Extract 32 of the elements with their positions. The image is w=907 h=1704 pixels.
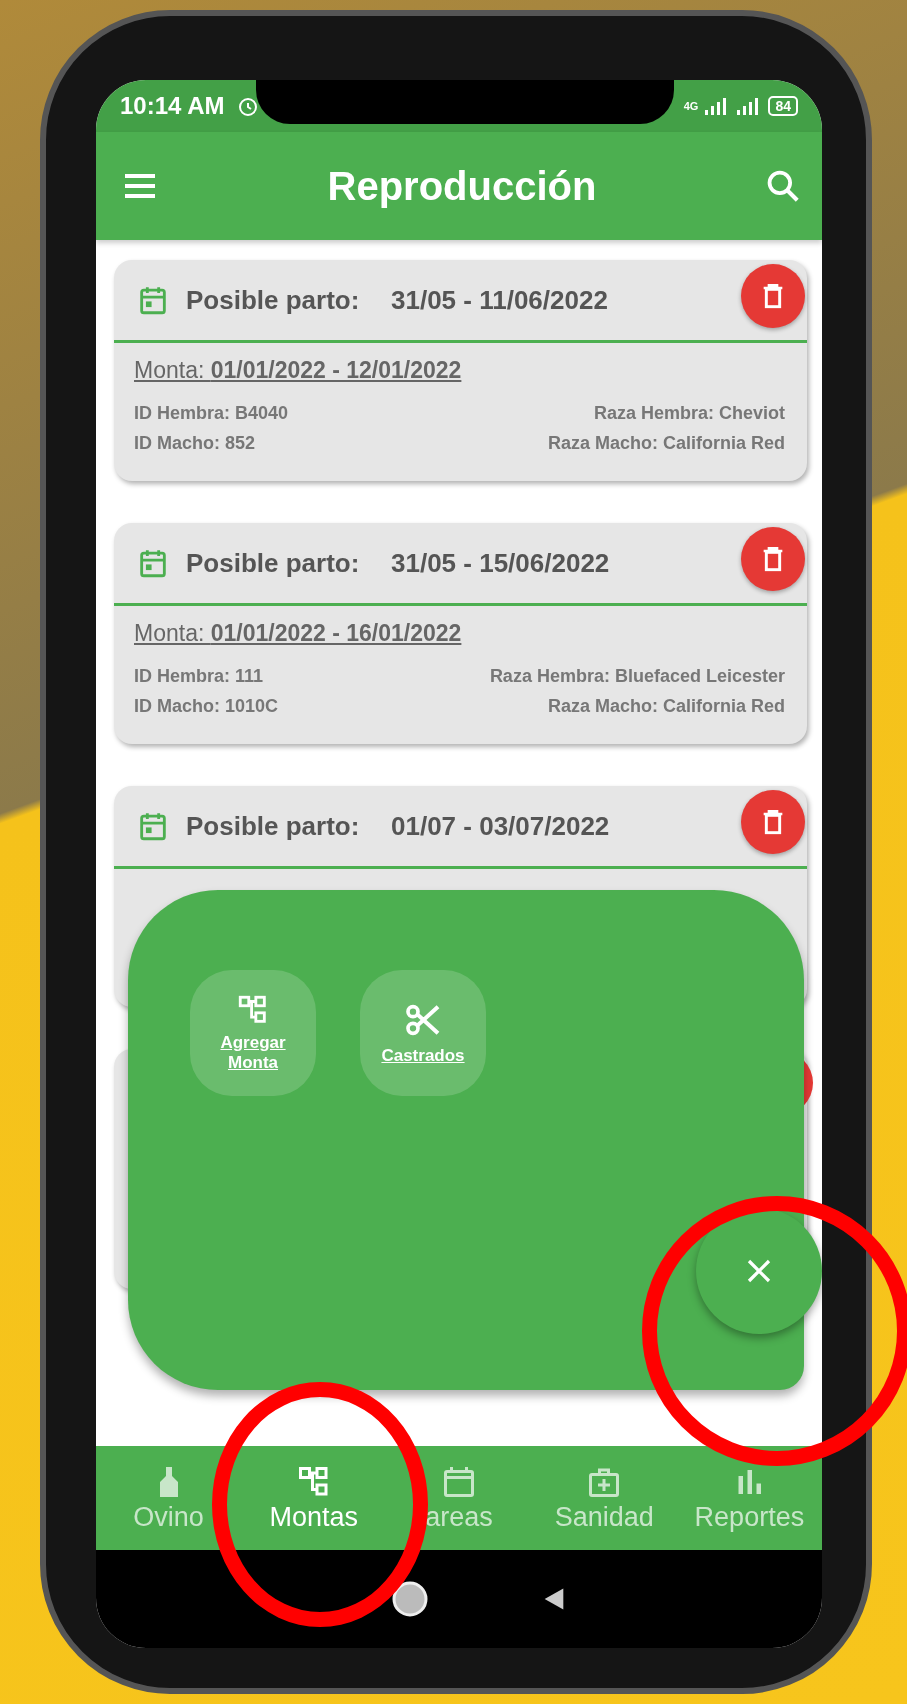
birth-date-range: 01/07 - 03/07/2022 bbox=[391, 810, 610, 842]
mating-date-link[interactable]: Monta: 01/01/2022 - 12/01/2022 bbox=[134, 357, 785, 384]
male-breed: Raza Macho: California Red bbox=[547, 695, 785, 718]
female-breed: Raza Hembra: Cheviot bbox=[593, 402, 785, 425]
nav-tab[interactable]: Sanidad bbox=[554, 1463, 654, 1533]
birth-date-range: 31/05 - 11/06/2022 bbox=[391, 284, 608, 316]
female-breed: Raza Hembra: Bluefaced Leicester bbox=[489, 665, 785, 688]
delete-button[interactable] bbox=[741, 790, 805, 854]
delete-button[interactable] bbox=[741, 264, 805, 328]
breeding-card[interactable]: Posible parto: 31/05 - 11/06/2022 Monta: 01/01/2022 - 12/01/2022 ID Hembra: B4040 Raza Hembra: Cheviot ID Macho: 852 Raza Macho: California Red bbox=[114, 260, 807, 481]
network-label: 4G bbox=[683, 100, 699, 112]
screen-title: Reproducción bbox=[327, 163, 597, 209]
birth-date-range: 31/05 - 15/06/2022 bbox=[391, 547, 610, 579]
nav-tab[interactable]: Ovino bbox=[133, 1463, 204, 1533]
card-label: Posible parto: bbox=[186, 810, 361, 842]
card-label: Posible parto: bbox=[186, 547, 361, 579]
home-icon[interactable] bbox=[390, 1579, 430, 1619]
nav-tab[interactable]: Reportes bbox=[694, 1463, 805, 1533]
menu-action-button[interactable]: Castrados bbox=[360, 970, 486, 1096]
nav-tab[interactable]: Montas bbox=[269, 1463, 359, 1533]
male-id: ID Macho: 1010C bbox=[134, 695, 279, 718]
menu-action-button[interactable]: Agregar Monta bbox=[190, 970, 316, 1096]
status-time: 10:14 AM bbox=[120, 92, 225, 120]
delete-button[interactable] bbox=[741, 527, 805, 591]
breeding-card[interactable]: Posible parto: 31/05 - 15/06/2022 Monta: 01/01/2022 - 16/01/2022 ID Hembra: 111 Raza Hembra: Bluefaced Leicester ID Macho: 1010C Raza Macho: California Red bbox=[114, 523, 807, 744]
female-id: ID Hembra: 111 bbox=[134, 665, 264, 688]
card-label: Posible parto: bbox=[186, 284, 361, 316]
battery-indicator: 84 bbox=[768, 96, 798, 116]
female-id: ID Hembra: B4040 bbox=[134, 402, 289, 425]
mating-date-link[interactable]: Monta: 01/01/2022 - 16/01/2022 bbox=[134, 620, 785, 647]
male-id: ID Macho: 852 bbox=[134, 432, 256, 455]
male-breed: Raza Macho: California Red bbox=[547, 432, 785, 455]
